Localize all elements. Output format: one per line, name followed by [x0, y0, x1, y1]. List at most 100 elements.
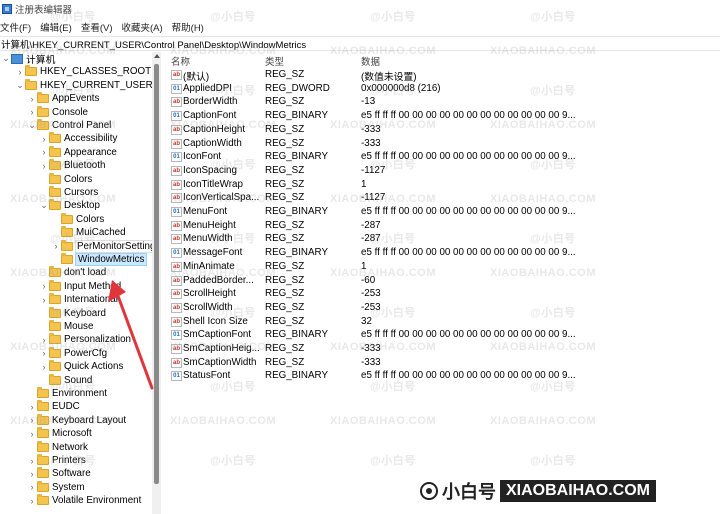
- value-row[interactable]: 01 SmCaptionFont REG_BINARY e5 ff ff ff 00 …: [167, 328, 720, 342]
- column-data-header[interactable]: 数据: [361, 54, 380, 68]
- tree-item[interactable]: › Console: [27, 105, 88, 119]
- tree-item[interactable]: ⌄ 计算机: [1, 52, 55, 66]
- menu-file[interactable]: 文件(F): [0, 20, 36, 34]
- chevron-right-icon[interactable]: ›: [27, 414, 37, 427]
- chevron-right-icon[interactable]: ›: [27, 481, 37, 494]
- value-row[interactable]: ab SmCaptionWidth REG_SZ -333: [167, 356, 720, 370]
- chevron-down-icon[interactable]: ⌄: [39, 199, 49, 212]
- scroll-up-icon[interactable]: [154, 54, 160, 58]
- tree-item[interactable]: › Accessibility: [39, 132, 117, 145]
- tree-item[interactable]: Colors: [51, 212, 104, 226]
- value-row[interactable]: ab MinAnimate REG_SZ 1: [167, 260, 720, 274]
- chevron-right-icon[interactable]: ›: [39, 159, 49, 172]
- value-row[interactable]: ab PaddedBorder... REG_SZ -60: [167, 274, 720, 288]
- chevron-right-icon[interactable]: ›: [39, 360, 49, 373]
- chevron-down-icon[interactable]: ⌄: [15, 79, 25, 92]
- tree-item[interactable]: ⌄ Desktop: [39, 199, 100, 212]
- tree-item[interactable]: › Personalization: [39, 333, 131, 346]
- tree-item[interactable]: › International: [39, 293, 118, 306]
- tree-item[interactable]: Network: [27, 440, 88, 454]
- tree-item[interactable]: › AppEvents: [27, 92, 99, 105]
- tree-item[interactable]: › Quick Actions: [39, 360, 123, 373]
- column-type-header[interactable]: 类型: [265, 54, 284, 68]
- tree-item[interactable]: MuiCached: [51, 226, 126, 239]
- tree-item[interactable]: › Microsoft: [27, 427, 92, 440]
- tree-item[interactable]: Sound: [39, 373, 92, 387]
- value-row[interactable]: ab CaptionWidth REG_SZ -333: [167, 137, 720, 151]
- menu-favorites[interactable]: 收藏夹(A): [121, 20, 167, 34]
- chevron-right-icon[interactable]: ›: [27, 427, 37, 440]
- chevron-right-icon[interactable]: ›: [51, 240, 61, 253]
- tree-scrollbar-thumb[interactable]: [154, 64, 159, 484]
- value-row[interactable]: ab (默认) REG_SZ (数值未设置): [167, 68, 720, 83]
- value-type: REG_SZ: [265, 301, 305, 313]
- tree-item[interactable]: ⌄ Control Panel: [27, 119, 111, 132]
- column-name-header[interactable]: 名称: [171, 54, 190, 68]
- value-row[interactable]: ab IconSpacing REG_SZ -1127: [167, 164, 720, 178]
- address-bar[interactable]: 计算机\HKEY_CURRENT_USER\Control Panel\Desk…: [0, 36, 720, 51]
- tree-scrollbar[interactable]: [152, 52, 161, 514]
- chevron-right-icon[interactable]: ›: [15, 65, 25, 78]
- value-row[interactable]: 01 AppliedDPI REG_DWORD 0x000000d8 (216): [167, 82, 720, 96]
- value-row[interactable]: ab CaptionHeight REG_SZ -333: [167, 123, 720, 137]
- value-row[interactable]: ab BorderWidth REG_SZ -13: [167, 95, 720, 109]
- value-row[interactable]: 01 IconFont REG_BINARY e5 ff ff ff 00 00 00…: [167, 150, 720, 164]
- value-row[interactable]: 01 MessageFont REG_BINARY e5 ff ff ff 00 00…: [167, 246, 720, 260]
- tree-item[interactable]: › Bluetooth: [39, 159, 105, 172]
- address-path[interactable]: 计算机\HKEY_CURRENT_USER\Control Panel\Desk…: [1, 37, 306, 51]
- chevron-right-icon[interactable]: ›: [39, 333, 49, 346]
- value-row[interactable]: ab IconVerticalSpa... REG_SZ -1127: [167, 191, 720, 205]
- value-data: -287: [361, 219, 381, 231]
- tree-item[interactable]: › Printers: [27, 454, 86, 467]
- menu-help[interactable]: 帮助(H): [172, 20, 209, 34]
- tree-item[interactable]: Keyboard: [39, 306, 106, 320]
- menu-view[interactable]: 查看(V): [81, 20, 118, 34]
- value-row[interactable]: 01 CaptionFont REG_BINARY e5 ff ff ff 00 00…: [167, 109, 720, 123]
- value-row[interactable]: 01 StatusFont REG_BINARY e5 ff ff ff 00 00 …: [167, 369, 720, 383]
- tree-item[interactable]: Mouse: [39, 320, 93, 333]
- chevron-down-icon[interactable]: ⌄: [27, 119, 37, 132]
- chevron-right-icon[interactable]: ›: [39, 132, 49, 145]
- value-row[interactable]: ab MenuHeight REG_SZ -287: [167, 219, 720, 233]
- string-value-icon: ab: [171, 344, 182, 354]
- registry-tree[interactable]: ⌄ 计算机 › HKEY_CLASSES_ROOT ⌄ HKEY_CURRENT_USER…: [0, 52, 152, 514]
- tree-item[interactable]: › System: [27, 480, 85, 494]
- value-row[interactable]: ab IconTitleWrap REG_SZ 1: [167, 178, 720, 192]
- chevron-right-icon[interactable]: ›: [39, 146, 49, 159]
- tree-item[interactable]: › HKEY_CLASSES_ROOT: [15, 65, 151, 78]
- chevron-right-icon[interactable]: ›: [27, 92, 37, 105]
- value-row[interactable]: ab Shell Icon Size REG_SZ 32: [167, 315, 720, 329]
- tree-item[interactable]: WindowMetrics: [51, 253, 148, 266]
- tree-item[interactable]: › Appearance: [39, 145, 117, 159]
- value-row[interactable]: 01 MenuFont REG_BINARY e5 ff ff ff 00 00 00…: [167, 205, 720, 219]
- values-list[interactable]: 名称 类型 数据 ab (默认) REG_SZ (数值未设置) 01 AppliedDPI…: [167, 52, 720, 514]
- value-row[interactable]: ab ScrollWidth REG_SZ -253: [167, 301, 720, 315]
- chevron-right-icon[interactable]: ›: [27, 106, 37, 119]
- tree-item[interactable]: don't load: [39, 266, 106, 279]
- tree-item[interactable]: › Volatile Environment: [27, 494, 141, 507]
- tree-item[interactable]: › PowerCfg: [39, 346, 107, 360]
- tree-item[interactable]: Environment: [27, 387, 107, 400]
- tree-item[interactable]: ⌄ HKEY_CURRENT_USER: [15, 78, 152, 92]
- chevron-right-icon[interactable]: ›: [39, 347, 49, 360]
- tree-item[interactable]: Colors: [39, 172, 92, 186]
- chevron-right-icon[interactable]: ›: [27, 454, 37, 467]
- chevron-right-icon[interactable]: ›: [27, 400, 37, 413]
- value-row[interactable]: ab MenuWidth REG_SZ -287: [167, 232, 720, 246]
- tree-item[interactable]: Cursors: [39, 186, 98, 199]
- value-row[interactable]: ab SmCaptionHeig... REG_SZ -333: [167, 342, 720, 356]
- chevron-down-icon[interactable]: ⌄: [1, 52, 11, 65]
- chevron-right-icon[interactable]: ›: [27, 494, 37, 507]
- chevron-right-icon[interactable]: ›: [39, 293, 49, 306]
- value-row[interactable]: ab ScrollHeight REG_SZ -253: [167, 287, 720, 301]
- chevron-right-icon[interactable]: ›: [27, 467, 37, 480]
- menu-edit[interactable]: 编辑(E): [40, 20, 77, 34]
- tree-item[interactable]: › PerMonitorSettings: [51, 239, 152, 253]
- tree-item[interactable]: › Keyboard Layout: [27, 413, 126, 427]
- tree-item[interactable]: › EUDC: [27, 400, 80, 413]
- tree-item[interactable]: › Input Method: [39, 279, 121, 293]
- tree-item[interactable]: › Software: [27, 467, 91, 480]
- value-data: e5 ff ff ff 00 00 00 00 00 00 00 00 00 0…: [361, 370, 576, 382]
- chevron-right-icon[interactable]: ›: [39, 280, 49, 293]
